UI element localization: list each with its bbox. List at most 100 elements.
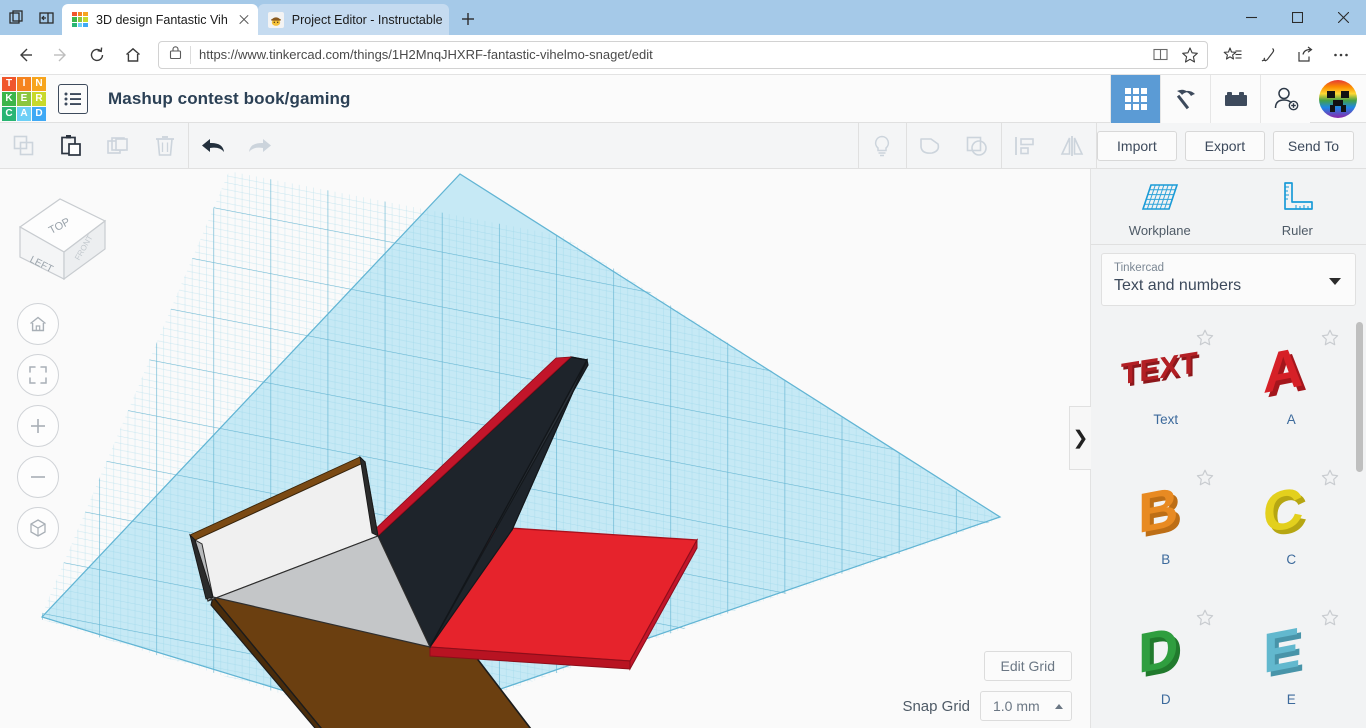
forward-arrow-icon[interactable] — [44, 39, 78, 71]
set-aside-tabs-icon[interactable] — [38, 9, 56, 27]
copy-button[interactable] — [0, 123, 47, 169]
ruler-tool[interactable]: Ruler — [1229, 169, 1366, 244]
favorites-hub-icon[interactable] — [1216, 39, 1250, 71]
browser-toolbar-right — [1216, 39, 1358, 71]
avatar[interactable] — [1310, 75, 1366, 123]
favorite-star-icon[interactable] — [1320, 608, 1340, 628]
workplane-tool-label: Workplane — [1128, 223, 1191, 238]
tinkercad-logo[interactable]: TIN KER CAD — [0, 75, 48, 123]
notes-button[interactable] — [859, 123, 906, 169]
tinkercad-toolbar: Import Export Send To — [0, 122, 1366, 169]
shape-label: B — [1161, 552, 1171, 567]
header-tool-invite-people[interactable] — [1260, 74, 1310, 123]
star-icon[interactable] — [1177, 43, 1203, 67]
refresh-icon[interactable] — [80, 39, 114, 71]
favorite-star-icon[interactable] — [1320, 328, 1340, 348]
delete-button[interactable] — [141, 123, 188, 169]
back-arrow-icon[interactable] — [8, 39, 42, 71]
favorite-star-icon[interactable] — [1195, 608, 1215, 628]
group-button[interactable] — [907, 123, 954, 169]
fit-to-view-button[interactable] — [17, 354, 59, 396]
browser-tab-bar: 3D design Fantastic Vih Project Editor -… — [0, 0, 1366, 35]
page-title: Mashup contest book/gaming — [108, 88, 351, 108]
edit-grid-button[interactable]: Edit Grid — [983, 651, 1072, 681]
redo-button[interactable] — [236, 123, 283, 169]
panel-scrollbar[interactable] — [1356, 322, 1363, 472]
snap-grid-row: Snap Grid 1.0 mm — [902, 691, 1072, 721]
workplane-scene — [0, 169, 1090, 728]
favorite-star-icon[interactable] — [1195, 328, 1215, 348]
close-window-button[interactable] — [1320, 0, 1366, 35]
export-button[interactable]: Export — [1184, 130, 1265, 161]
tab-overview-icon[interactable] — [8, 9, 26, 27]
zoom-out-button[interactable] — [17, 456, 59, 498]
logo-tile-d: D — [32, 106, 46, 121]
browser-navigation-bar: https://www.tinkercad.com/things/1H2MnqJ… — [0, 35, 1366, 75]
snap-grid-label: Snap Grid — [902, 697, 970, 715]
shape-item-b[interactable]: BBB — [1103, 460, 1229, 600]
logo-tile-t: T — [2, 76, 16, 91]
align-button[interactable] — [1002, 123, 1049, 169]
logo-tile-c: C — [2, 106, 16, 121]
reading-view-icon[interactable] — [1147, 43, 1173, 67]
3d-canvas[interactable]: TOP LEFT FRONT Edit Grid Snap Grid 1.0 m… — [0, 169, 1090, 728]
shape-label: E — [1286, 692, 1296, 707]
import-button[interactable]: Import — [1096, 130, 1177, 161]
header-tool-design-grid[interactable] — [1110, 74, 1160, 123]
svg-text:A: A — [1263, 335, 1303, 405]
browser-tab-0[interactable]: 3D design Fantastic Vih — [62, 4, 258, 35]
send-to-button[interactable]: Send To — [1272, 130, 1354, 161]
url-text: https://www.tinkercad.com/things/1H2MnqJ… — [199, 47, 653, 62]
home-view-button[interactable] — [17, 303, 59, 345]
shape-item-a[interactable]: AAA — [1229, 320, 1355, 460]
annotate-pen-icon[interactable] — [1252, 39, 1286, 71]
maximize-button[interactable] — [1274, 0, 1320, 35]
more-options-icon[interactable] — [1324, 39, 1358, 71]
workplane-icon — [1141, 184, 1178, 210]
shape-label: D — [1160, 692, 1171, 707]
shape-category-dropdown[interactable]: Tinkercad Text and numbers — [1101, 253, 1356, 306]
shape-item-c[interactable]: CCC — [1229, 460, 1355, 600]
favorite-star-icon[interactable] — [1320, 468, 1340, 488]
shape-item-text[interactable]: TEXT TEXT Text — [1103, 320, 1229, 460]
home-icon[interactable] — [116, 39, 150, 71]
shape-library-label: Tinkercad — [1114, 262, 1165, 274]
undo-button[interactable] — [189, 123, 236, 169]
logo-tile-i: I — [17, 76, 31, 91]
chevron-up-icon — [1055, 703, 1063, 709]
header-tool-blocks[interactable] — [1210, 74, 1260, 123]
orthographic-toggle-button[interactable] — [17, 507, 59, 549]
svg-text:C: C — [1263, 475, 1303, 545]
shape-category-label: Text and numbers — [1114, 277, 1242, 294]
share-icon[interactable] — [1288, 39, 1322, 71]
shapes-scroll-area[interactable]: TEXT TEXT Text A A A B B B C C C D D D E E E — [1091, 316, 1366, 728]
close-icon[interactable] — [236, 12, 252, 28]
snap-grid-select[interactable]: 1.0 mm — [980, 691, 1072, 721]
address-bar[interactable]: https://www.tinkercad.com/things/1H2MnqJ… — [158, 40, 1208, 69]
paste-button[interactable] — [47, 123, 94, 169]
mirror-button[interactable] — [1049, 123, 1096, 169]
panel-collapse-button[interactable]: ❯ — [1069, 406, 1091, 470]
svg-text:E: E — [1263, 615, 1300, 685]
ungroup-button[interactable] — [954, 123, 1001, 169]
browser-tab-1[interactable]: Project Editor - Instructable — [257, 4, 449, 35]
minimize-button[interactable] — [1228, 0, 1274, 35]
main-area: TOP LEFT FRONT Edit Grid Snap Grid 1.0 m… — [0, 169, 1366, 728]
document-list-icon[interactable] — [58, 83, 88, 114]
workplane-tool[interactable]: Workplane — [1091, 169, 1229, 244]
chevron-down-icon — [1329, 277, 1341, 285]
shape-item-e[interactable]: EEE — [1229, 600, 1355, 728]
logo-tile-r: R — [32, 91, 46, 106]
duplicate-button[interactable] — [94, 123, 141, 169]
ruler-icon — [1284, 182, 1314, 210]
new-tab-button[interactable] — [453, 4, 483, 34]
view-cube[interactable]: TOP LEFT FRONT — [8, 179, 113, 289]
favorite-star-icon[interactable] — [1195, 468, 1215, 488]
zoom-in-button[interactable] — [17, 405, 59, 447]
header-tool-minecraft[interactable] — [1160, 74, 1210, 123]
view-controls: TOP LEFT FRONT — [8, 179, 118, 549]
shape-item-d[interactable]: DDD — [1103, 600, 1229, 728]
shape-label: A — [1286, 412, 1296, 427]
shapes-panel: ❯ Workplane Ruler Tinkercad Text and num… — [1069, 169, 1366, 728]
logo-tile-e: E — [17, 91, 31, 106]
